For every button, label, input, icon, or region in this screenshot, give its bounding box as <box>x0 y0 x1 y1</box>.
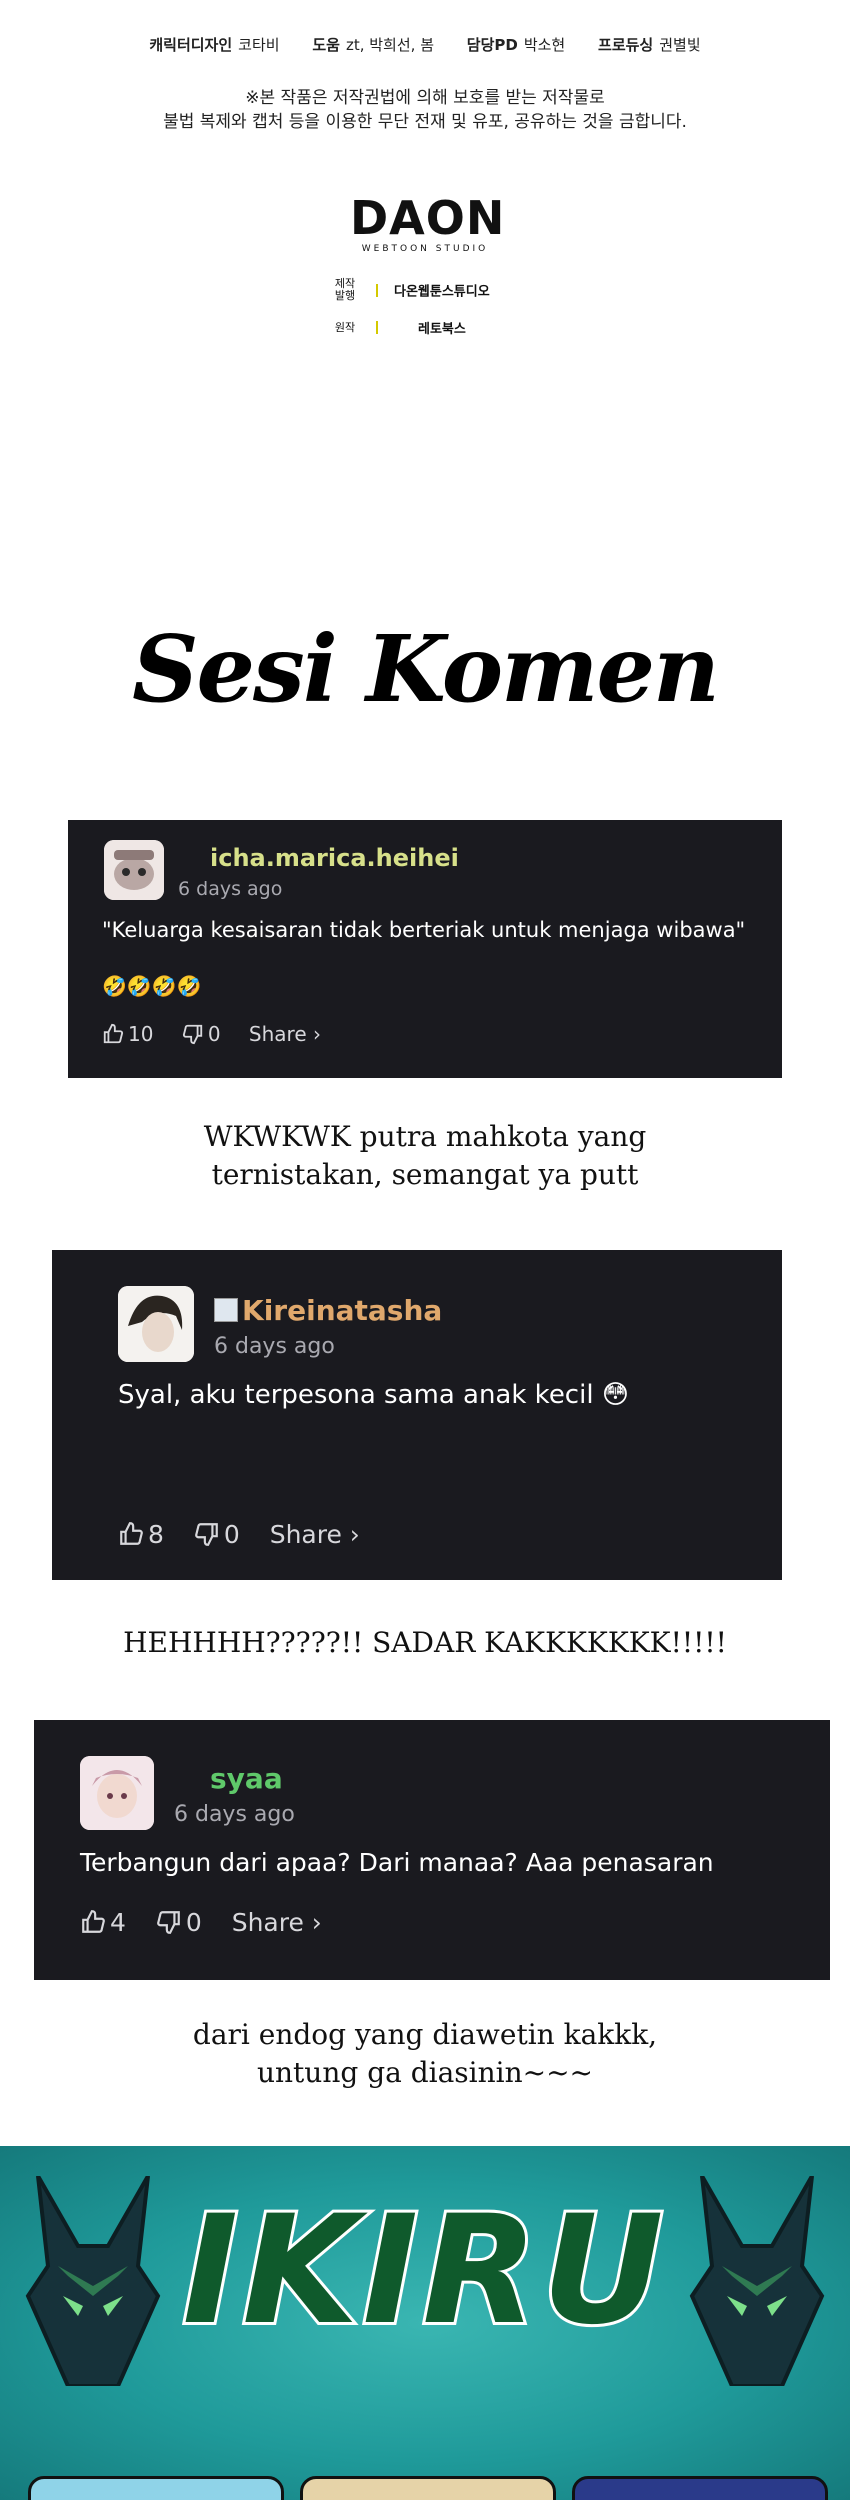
credit-name: 권별빛 <box>659 36 701 54</box>
divider <box>376 283 378 297</box>
ikiru-banner: IKIRU <box>0 2146 850 2500</box>
credit-role: 캐릭터디자인 <box>149 36 233 54</box>
production-label: 제작 발행 <box>334 277 356 302</box>
banner-thumbnail[interactable] <box>300 2476 556 2500</box>
dislike-button[interactable]: 0 <box>194 1520 240 1549</box>
comment-text: Syal, aku terpesona sama anak kecil 😳 <box>118 1380 629 1410</box>
reply-line: untung ga diasinin~~~ <box>256 2056 594 2089</box>
comment-card: Kireinatasha 6 days ago Syal, aku terpes… <box>52 1250 782 1580</box>
production-value: 다온웹툰스튜디오 <box>394 284 490 300</box>
comment-actions: 10 0 Share › <box>102 1022 321 1046</box>
broken-image-icon <box>214 1298 238 1322</box>
credits-row: 캐릭터디자인 코타비 도움 zt, 박희선, 봄 담당PD 박소현 프로듀싱 권별빛 <box>0 34 850 55</box>
dislike-button[interactable]: 0 <box>182 1022 221 1046</box>
comment-text: "Keluarga kesaisaran tidak berteriak unt… <box>102 918 746 942</box>
original-label: 원작 <box>334 320 356 334</box>
like-button[interactable]: 4 <box>80 1908 126 1937</box>
credit-role: 도움 <box>312 36 340 54</box>
avatar[interactable] <box>80 1756 154 1830</box>
like-button[interactable]: 8 <box>118 1520 164 1549</box>
comment-time: 6 days ago <box>174 1802 295 1827</box>
credit-role: 프로듀싱 <box>598 36 654 54</box>
divider <box>376 321 378 334</box>
avatar[interactable] <box>104 840 164 900</box>
banner-thumbnail[interactable] <box>572 2476 828 2500</box>
thumbs-up-icon <box>103 1023 124 1044</box>
reply-line: ternistakan, semangat ya putt <box>211 1158 639 1191</box>
dislike-button[interactable]: 0 <box>156 1908 202 1937</box>
studio-logo: DAON WEBTOON STUDIO <box>350 191 506 254</box>
thumbs-up-icon <box>82 1910 105 1933</box>
share-button[interactable]: Share › <box>232 1908 322 1937</box>
production-row: 제작 발행 다온웹툰스튜디오 <box>330 278 490 302</box>
credit-name: zt, 박희선, 봄 <box>345 36 434 54</box>
comment-username[interactable]: Kireinatasha <box>214 1294 442 1327</box>
comment-actions: 4 0 Share › <box>80 1908 322 1937</box>
reply-text: HEHHHH?????!! SADAR KAKKKKKKK!!!!! <box>0 1624 850 1662</box>
reply-line: WKWKWK putra mahkota yang <box>203 1120 647 1153</box>
ikiru-logo-text: IKIRU <box>179 2181 668 2361</box>
reply-text: dari endog yang diawetin kakkk, untung g… <box>0 2016 850 2092</box>
credit-name: 박소현 <box>523 36 566 54</box>
notice-line: ※본 작품은 저작권법에 의해 보호를 받는 저작물로 <box>245 88 605 108</box>
reply-text: WKWKWK putra mahkota yang ternistakan, s… <box>0 1118 850 1194</box>
reply-line: HEHHHH?????!! SADAR KAKKKKKKK!!!!! <box>123 1626 727 1659</box>
studio-logo-sub: WEBTOON STUDIO <box>361 244 489 254</box>
share-button[interactable]: Share › <box>270 1520 360 1549</box>
comment-card: syaa 6 days ago Terbangun dari apaa? Dar… <box>34 1720 830 1980</box>
avatar[interactable] <box>118 1286 194 1362</box>
comment-emoji: 🤣🤣🤣🤣 <box>102 974 202 998</box>
thumbs-down-icon <box>194 1523 218 1546</box>
reply-line: dari endog yang diawetin kakkk, <box>192 2018 658 2051</box>
original-value: 레토북스 <box>418 322 466 337</box>
studio-logo-word: DAON <box>350 191 506 245</box>
thumbs-down-icon <box>156 1911 180 1934</box>
comment-text: Terbangun dari apaa? Dari manaa? Aaa pen… <box>80 1848 714 1877</box>
comment-actions: 8 0 Share › <box>118 1520 360 1549</box>
copyright-notice: ※본 작품은 저작권법에 의해 보호를 받는 저작물로 불법 복제와 캡처 등을… <box>0 86 850 134</box>
comment-username[interactable]: icha.marica.heihei <box>210 844 459 872</box>
credit-role: 담당PD <box>466 36 518 54</box>
comment-username[interactable]: syaa <box>210 1762 283 1795</box>
like-button[interactable]: 10 <box>102 1022 153 1046</box>
share-button[interactable]: Share › <box>249 1022 321 1046</box>
banner-thumbnail[interactable] <box>28 2476 284 2500</box>
credit-name: 코타비 <box>238 36 280 54</box>
notice-line: 불법 복제와 캡처 등을 이용한 무단 전재 및 유포, 공유하는 것을 금합니… <box>163 112 687 132</box>
comment-time: 6 days ago <box>178 878 283 900</box>
comment-card: icha.marica.heihei 6 days ago "Keluarga … <box>68 820 782 1078</box>
original-row: 원작 레토북스 <box>330 318 466 337</box>
thumbs-down-icon <box>182 1024 202 1045</box>
comment-time: 6 days ago <box>214 1334 335 1359</box>
thumbs-up-icon <box>120 1522 143 1545</box>
section-title: Sesi Komen <box>132 615 720 723</box>
